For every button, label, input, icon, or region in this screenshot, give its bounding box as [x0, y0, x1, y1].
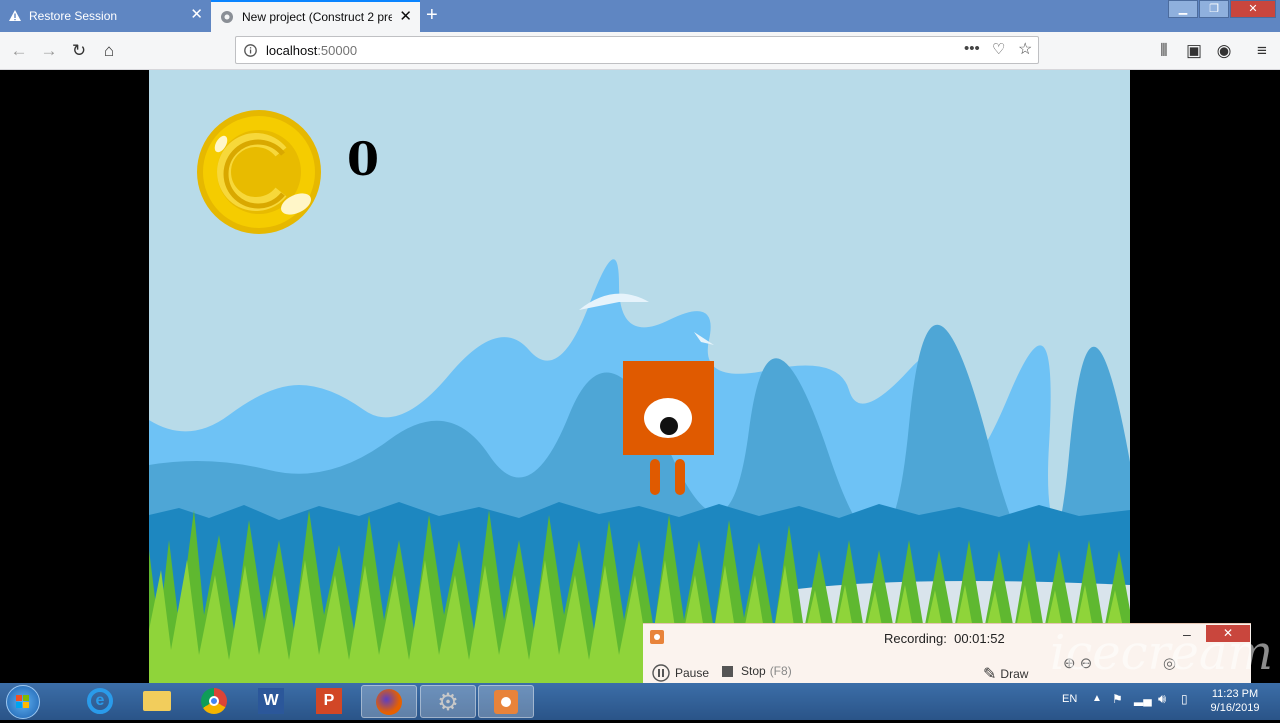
home-icon[interactable]: ⌂: [97, 39, 121, 63]
stop-icon: [722, 665, 733, 677]
new-tab-icon[interactable]: +: [426, 4, 438, 27]
bookmark-star-icon[interactable]: ☆: [1018, 39, 1032, 59]
window-controls: ▁ ❐ ✕: [1167, 0, 1276, 18]
maximize-icon[interactable]: ❐: [1199, 0, 1229, 18]
url-text[interactable]: localhost:50000: [266, 43, 357, 58]
pocket-icon[interactable]: ♡: [992, 40, 1005, 58]
minimize-icon[interactable]: ▁: [1168, 0, 1198, 18]
library-icon[interactable]: ⫴: [1152, 39, 1176, 63]
pause-button[interactable]: Pause: [652, 664, 709, 682]
taskbar-chrome[interactable]: [186, 685, 242, 718]
sidebar-icon[interactable]: ▣: [1182, 39, 1206, 63]
show-hidden-icons-icon[interactable]: ▲: [1092, 693, 1102, 704]
taskbar-icecream-recorder[interactable]: [478, 685, 534, 718]
taskbar-powerpoint[interactable]: P: [301, 685, 357, 718]
tab-label: Restore Session: [29, 9, 118, 23]
clock-date: 9/16/2019: [1210, 702, 1260, 714]
recording-status: Recording: 00:01:52: [884, 631, 1005, 646]
clock-time: 11:23 PM: [1211, 688, 1259, 700]
recording-time: 00:01:52: [954, 631, 1005, 646]
back-icon[interactable]: ←: [7, 39, 31, 63]
coin-icon: [197, 110, 321, 234]
windows-logo-icon: [16, 695, 29, 708]
internet-explorer-icon: e: [87, 688, 113, 714]
language-indicator[interactable]: EN: [1062, 693, 1077, 705]
pause-icon: [652, 664, 670, 682]
action-center-flag-icon[interactable]: ⚑: [1112, 692, 1123, 706]
taskbar-clock[interactable]: 11:23 PM 9/16/2019: [1200, 687, 1270, 715]
pencil-icon: ✎: [983, 666, 997, 683]
battery-icon[interactable]: ▯: [1181, 692, 1188, 706]
info-icon[interactable]: [244, 44, 257, 57]
network-icon[interactable]: ▂▄: [1134, 692, 1152, 706]
chrome-icon: [201, 688, 227, 714]
account-icon[interactable]: ◉: [1212, 39, 1236, 63]
word-icon: W: [258, 688, 284, 714]
watermark-text: icecream: [1050, 625, 1274, 681]
game-canvas[interactable]: [149, 70, 1130, 683]
powerpoint-icon: P: [316, 688, 342, 714]
firefox-icon: [376, 689, 402, 715]
recorder-app-icon: [494, 690, 518, 714]
tab-label: New project (Construct 2 previ: [242, 10, 392, 24]
stop-button[interactable]: Stop (F8): [722, 664, 792, 678]
score-counter: 0: [347, 132, 380, 186]
reload-icon[interactable]: ↻: [67, 39, 91, 63]
taskbar: e W P ⚙ EN ▲ ⚑ ▂▄ 🔊︎ ▯ 11:23 PM 9/16/201…: [0, 683, 1280, 720]
taskbar-internet-explorer[interactable]: e: [72, 685, 128, 718]
menu-icon[interactable]: ≡: [1250, 39, 1274, 63]
start-button[interactable]: [6, 685, 40, 719]
folder-icon: [143, 691, 171, 711]
draw-button[interactable]: ✎ Draw: [983, 664, 1028, 684]
url-bar[interactable]: localhost:50000 ••• ♡ ☆: [235, 36, 1039, 64]
gear-icon: ⚙: [437, 689, 459, 716]
tab-construct-preview[interactable]: New project (Construct 2 previ ✕: [211, 0, 420, 32]
warning-icon: [9, 10, 21, 21]
page-actions-icon[interactable]: •••: [964, 40, 980, 57]
volume-icon[interactable]: 🔊︎: [1158, 691, 1166, 707]
construct-icon: [221, 11, 233, 23]
game-scene: [149, 110, 1130, 683]
tab-strip: Restore Session ✕ New project (Construct…: [0, 0, 1280, 32]
close-tab-icon[interactable]: ✕: [399, 9, 412, 24]
taskbar-file-explorer[interactable]: [129, 685, 185, 718]
close-window-icon[interactable]: ✕: [1230, 0, 1276, 18]
close-tab-icon[interactable]: ✕: [190, 7, 203, 22]
tab-restore-session[interactable]: Restore Session ✕: [0, 0, 211, 32]
recorder-icon: [650, 630, 664, 644]
taskbar-settings[interactable]: ⚙: [420, 685, 476, 718]
forward-icon[interactable]: →: [37, 39, 61, 63]
taskbar-word[interactable]: W: [243, 685, 299, 718]
taskbar-firefox[interactable]: [361, 685, 417, 718]
